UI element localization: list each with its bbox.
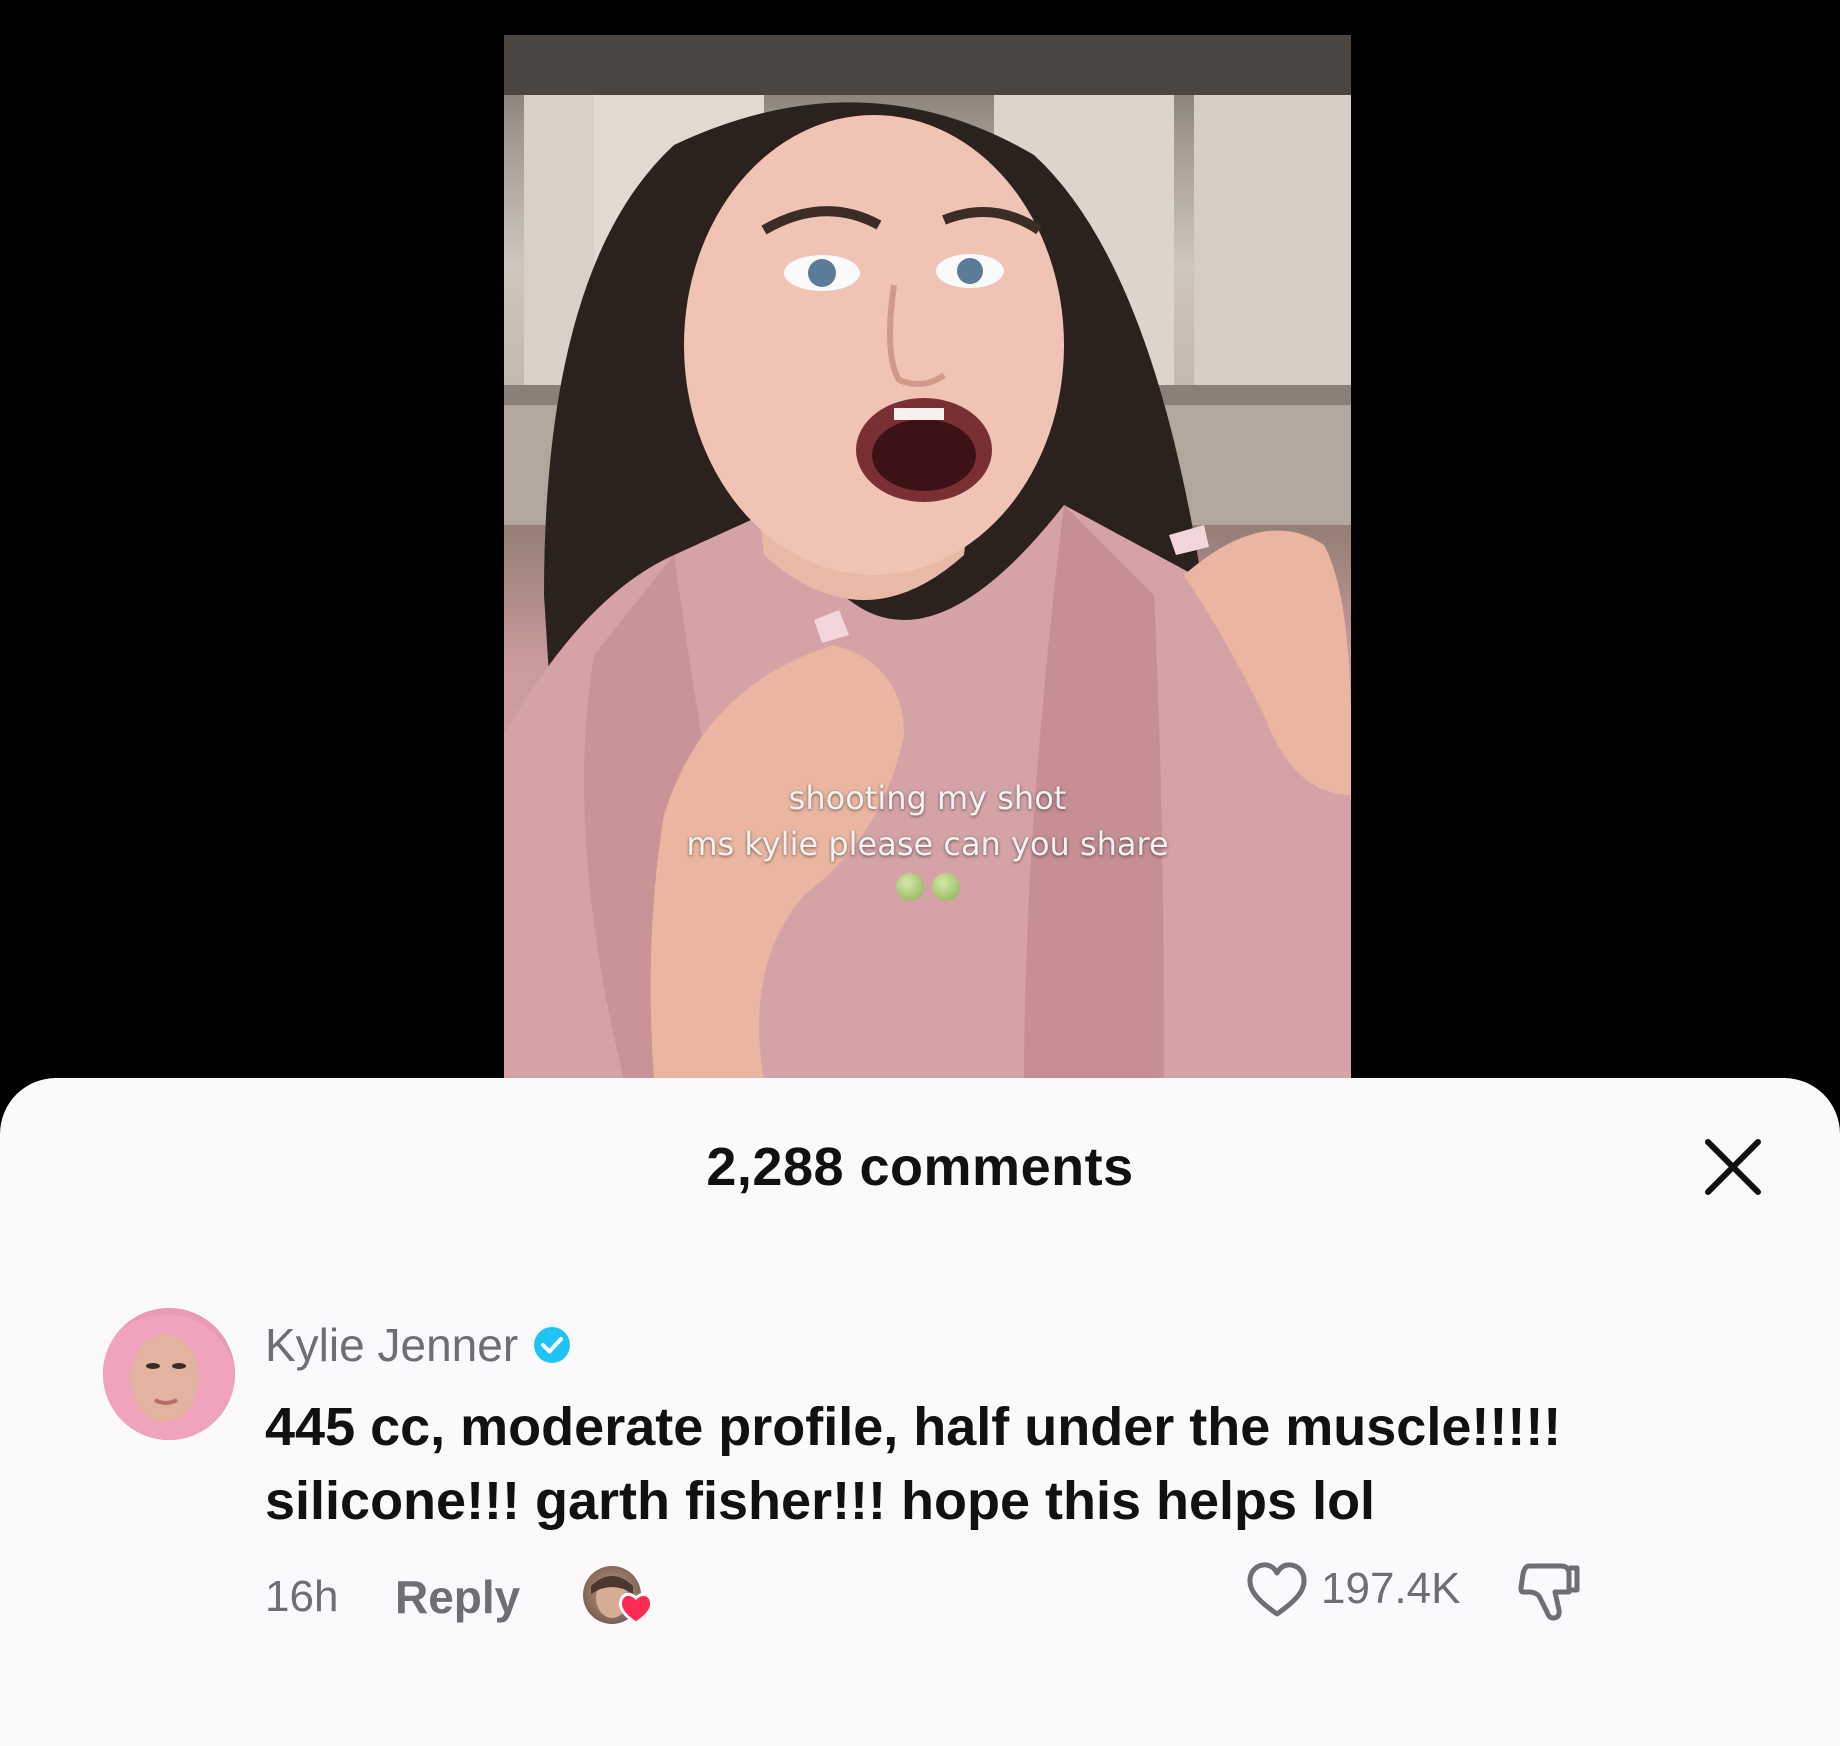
comment-time: 16h xyxy=(265,1572,339,1621)
comment-author[interactable]: Kylie Jenner xyxy=(265,1318,572,1372)
avatar-image xyxy=(103,1308,235,1440)
video-frame xyxy=(504,35,1351,1080)
heart-icon xyxy=(618,1592,654,1625)
close-icon xyxy=(1705,1139,1761,1195)
like-button[interactable]: 197.4K xyxy=(1245,1560,1460,1618)
like-count: 197.4K xyxy=(1321,1564,1461,1613)
pleading-emoji xyxy=(504,873,1351,901)
video-caption: shooting my shot ms kylie please can you… xyxy=(504,775,1351,901)
comment-text: 445 cc, moderate profile, half under the… xyxy=(265,1390,1645,1538)
comments-sheet: 2,288 comments Kylie Jenner 445 cc, mode… xyxy=(0,1078,1840,1746)
screen: shooting my shot ms kylie please can you… xyxy=(0,0,1840,1746)
comment-text-line-1: 445 cc, moderate profile, half under the… xyxy=(265,1397,1562,1457)
liked-by-creator-badge xyxy=(583,1560,654,1630)
heart-outline-icon xyxy=(1247,1562,1307,1617)
avatar[interactable] xyxy=(103,1308,235,1440)
dislike-button[interactable] xyxy=(1515,1560,1583,1624)
caption-line-1: shooting my shot xyxy=(788,779,1067,817)
caption-line-2: ms kylie please can you share xyxy=(686,825,1169,863)
video-player[interactable]: shooting my shot ms kylie please can you… xyxy=(504,35,1351,1080)
thumbs-down-icon xyxy=(1518,1563,1580,1621)
reply-button[interactable]: Reply xyxy=(395,1570,520,1624)
close-button[interactable] xyxy=(1700,1134,1766,1200)
comments-count-title: 2,288 comments xyxy=(706,1137,1134,1197)
verified-badge-icon xyxy=(534,1327,571,1363)
comment-text-line-2: silicone!!! garth fisher!!! hope this he… xyxy=(265,1471,1376,1531)
author-name: Kylie Jenner xyxy=(265,1319,519,1371)
comment-actions: 16h Reply 197.4K xyxy=(265,1560,1685,1630)
